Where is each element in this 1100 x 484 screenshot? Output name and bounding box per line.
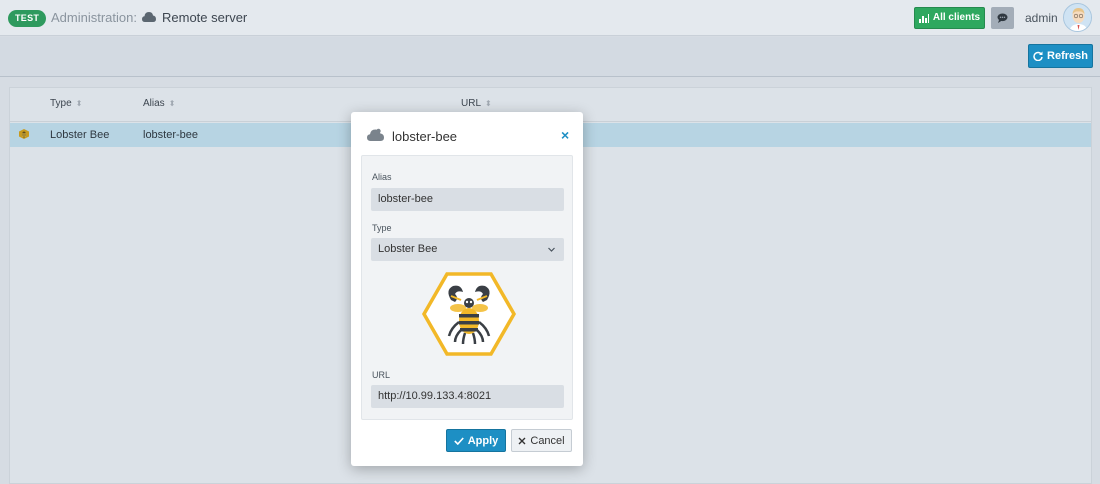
chevron-down-icon bbox=[548, 247, 555, 252]
all-clients-label: All clients bbox=[932, 12, 981, 23]
breadcrumb-administration[interactable]: Administration: bbox=[51, 10, 137, 26]
apply-label: Apply bbox=[467, 434, 499, 447]
cloud-icon bbox=[142, 12, 156, 22]
lobster-bee-logo bbox=[421, 272, 517, 356]
type-select[interactable]: Lobster Bee bbox=[371, 238, 564, 261]
column-url-label: URL bbox=[461, 98, 482, 109]
url-label: URL bbox=[372, 370, 391, 380]
sort-icon: ⬍ bbox=[168, 98, 176, 108]
top-bar: TEST Administration: Remote server All c… bbox=[0, 0, 1100, 36]
breadcrumb-remote-server: Remote server bbox=[162, 10, 248, 25]
refresh-label: Refresh bbox=[1047, 50, 1088, 62]
column-alias-label: Alias bbox=[143, 98, 165, 109]
sort-icon: ⬍ bbox=[75, 98, 83, 108]
avatar[interactable] bbox=[1063, 3, 1092, 32]
check-icon bbox=[453, 436, 464, 445]
chart-icon bbox=[918, 13, 929, 23]
refresh-button[interactable]: Refresh bbox=[1028, 44, 1093, 68]
edit-remote-server-dialog: lobster-bee × Alias lobster-bee Type Lob… bbox=[351, 112, 583, 466]
type-select-value: Lobster Bee bbox=[378, 243, 438, 255]
chat-button[interactable] bbox=[991, 7, 1014, 29]
all-clients-button[interactable]: All clients bbox=[914, 7, 985, 29]
toolbar: Refresh bbox=[0, 37, 1100, 77]
dialog-footer: Apply Cancel bbox=[351, 420, 583, 466]
user-avatar-icon bbox=[1064, 4, 1091, 31]
user-name[interactable]: admin bbox=[1025, 11, 1058, 25]
row-alias: lobster-bee bbox=[143, 129, 199, 141]
url-input[interactable]: http://10.99.133.4:8021 bbox=[371, 385, 564, 408]
close-icon[interactable]: × bbox=[561, 128, 569, 142]
alias-input[interactable]: lobster-bee bbox=[371, 188, 564, 211]
refresh-icon bbox=[1033, 51, 1043, 61]
comment-icon bbox=[997, 13, 1008, 23]
alias-label: Alias bbox=[372, 172, 392, 182]
cancel-label: Cancel bbox=[530, 434, 565, 447]
env-badge: TEST bbox=[8, 10, 47, 27]
bee-icon bbox=[19, 129, 29, 139]
dialog-form: Alias lobster-bee Type Lobster Bee URL h… bbox=[361, 155, 573, 420]
apply-button[interactable]: Apply bbox=[446, 429, 506, 452]
x-icon bbox=[518, 437, 526, 444]
type-label: Type bbox=[372, 223, 392, 233]
column-header-url[interactable]: URL ⬍ bbox=[461, 98, 492, 109]
row-type: Lobster Bee bbox=[50, 129, 110, 141]
cloud-icon bbox=[367, 128, 384, 141]
sort-icon: ⬍ bbox=[485, 98, 492, 108]
column-header-alias[interactable]: Alias ⬍ bbox=[143, 98, 175, 109]
dialog-title: lobster-bee bbox=[392, 129, 458, 144]
column-type-label: Type bbox=[50, 98, 72, 109]
column-header-type[interactable]: Type ⬍ bbox=[50, 98, 82, 109]
cancel-button[interactable]: Cancel bbox=[511, 429, 572, 452]
